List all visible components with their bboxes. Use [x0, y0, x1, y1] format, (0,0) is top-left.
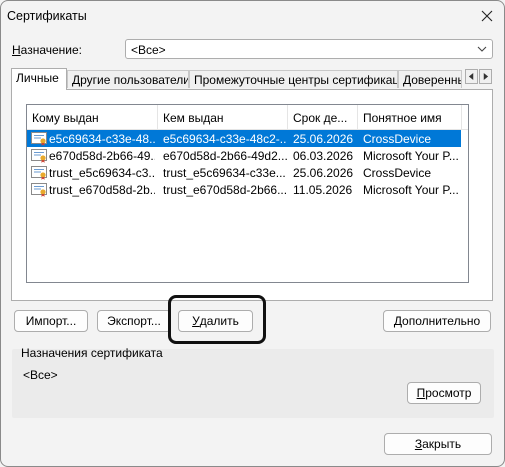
triangle-right-icon: [483, 73, 489, 80]
tab-scroll-right-button[interactable]: [479, 69, 492, 84]
list-item[interactable]: trust_e5c69634-c3... trust_e5c69634-c33e…: [27, 164, 461, 181]
cell-issued-to: e5c69634-c33e-48...: [49, 132, 155, 146]
list-item[interactable]: trust_e670d58d-2b... trust_e670d58d-2b66…: [27, 181, 461, 198]
import-button[interactable]: Импорт...: [14, 310, 88, 332]
certificates-dialog: Сертификаты Назначение: <Все> Личные Дру…: [0, 0, 505, 467]
cell-issued-by: trust_e5c69634-c33e...: [163, 166, 286, 180]
cell-issued-to: trust_e670d58d-2b...: [49, 183, 155, 197]
certificate-purposes-value: <Все>: [23, 368, 58, 382]
cell-friendly-name: Microsoft Your P...: [363, 149, 459, 163]
window-title: Сертификаты: [7, 9, 87, 23]
triangle-left-icon: [468, 73, 474, 80]
cell-expiration: 11.05.2026: [293, 183, 353, 197]
cell-friendly-name: Microsoft Your P...: [363, 183, 459, 197]
certificate-icon: [31, 166, 47, 180]
cell-friendly-name: CrossDevice: [363, 166, 432, 180]
close-icon: [481, 10, 493, 22]
purpose-label: Назначение:: [12, 43, 83, 57]
certificate-purposes-title: Назначения сертификата: [21, 346, 163, 360]
cell-issued-to: trust_e5c69634-c3...: [49, 166, 155, 180]
cell-issued-by: trust_e670d58d-2b66...: [163, 183, 287, 197]
cell-friendly-name: CrossDevice: [363, 132, 432, 146]
tab-strip: Личные Другие пользователи Промежуточные…: [11, 68, 481, 90]
tab-intermediate-cas[interactable]: Промежуточные центры сертификации: [189, 70, 398, 88]
tab-trusted[interactable]: Доверенные: [398, 70, 462, 88]
close-button[interactable]: Закрыть: [384, 433, 492, 455]
column-expiration[interactable]: Срок де...: [288, 105, 358, 129]
view-button[interactable]: Просмотр: [407, 382, 481, 404]
cell-expiration: 25.06.2026: [293, 166, 354, 180]
column-issued-by[interactable]: Кем выдан: [158, 105, 288, 129]
cell-issued-by: e670d58d-2b66-49d2...: [163, 149, 287, 163]
column-issued-to[interactable]: Кому выдан: [27, 105, 158, 129]
list-item[interactable]: e670d58d-2b66-49... e670d58d-2b66-49d2..…: [27, 147, 461, 164]
certificate-icon: [31, 149, 47, 163]
column-friendly-name[interactable]: Понятное имя: [358, 105, 462, 129]
tab-scroll-left-button[interactable]: [465, 69, 478, 84]
tab-personal[interactable]: Личные: [11, 68, 67, 90]
chevron-down-icon: [477, 46, 487, 52]
list-item[interactable]: e5c69634-c33e-48... e5c69634-c33e-48c2-.…: [27, 130, 461, 147]
purpose-select[interactable]: <Все>: [125, 39, 493, 59]
certificate-list[interactable]: Кому выдан Кем выдан Срок де... Понятное…: [26, 104, 469, 283]
cell-expiration: 25.06.2026: [293, 132, 354, 146]
close-window-button[interactable]: [478, 7, 496, 25]
list-header: Кому выдан Кем выдан Срок де... Понятное…: [27, 105, 468, 130]
cell-issued-to: e670d58d-2b66-49...: [49, 149, 155, 163]
certificate-icon: [31, 132, 47, 146]
cell-expiration: 06.03.2026: [293, 149, 354, 163]
purpose-select-value: <Все>: [131, 43, 166, 57]
cell-issued-by: e5c69634-c33e-48c2-...: [163, 132, 287, 146]
export-button[interactable]: Экспорт...: [97, 310, 171, 332]
tab-other-people[interactable]: Другие пользователи: [67, 70, 189, 88]
advanced-button[interactable]: Дополнительно: [383, 310, 491, 332]
highlight-frame: [168, 295, 266, 344]
title-bar[interactable]: Сертификаты: [1, 1, 504, 31]
certificate-icon: [31, 183, 47, 197]
